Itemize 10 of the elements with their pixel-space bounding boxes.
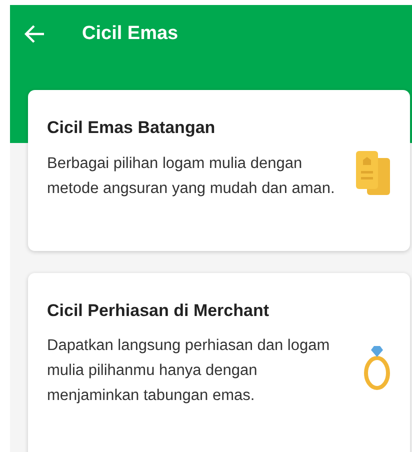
back-icon[interactable]	[24, 24, 46, 44]
card-description: Dapatkan langsung perhiasan dan logam mulia pilihanmu hanya dengan menjaminkan tabungan emas.	[47, 336, 331, 406]
ring-icon	[362, 343, 392, 393]
card-description: Berbagai pilihan logam mulia dengan metode angsuran yang mudah dan aman.	[47, 154, 336, 198]
bullion-bars-icon	[354, 150, 392, 196]
option-card[interactable]: Cicil Emas Batangan Berbagai pilihan logam mulia dengan metode angsuran yang mudah dan aman.	[28, 90, 410, 251]
card-title: Cicil Emas Batangan	[47, 118, 216, 138]
card-title: Cicil Perhiasan di Merchant	[47, 301, 270, 321]
option-card[interactable]: Cicil Perhiasan di Merchant Dapatkan langsung perhiasan dan logam mulia pilihanmu hanya dengan menjaminkan tabungan emas.	[28, 273, 410, 452]
screen-title: Cicil Emas	[82, 23, 178, 45]
